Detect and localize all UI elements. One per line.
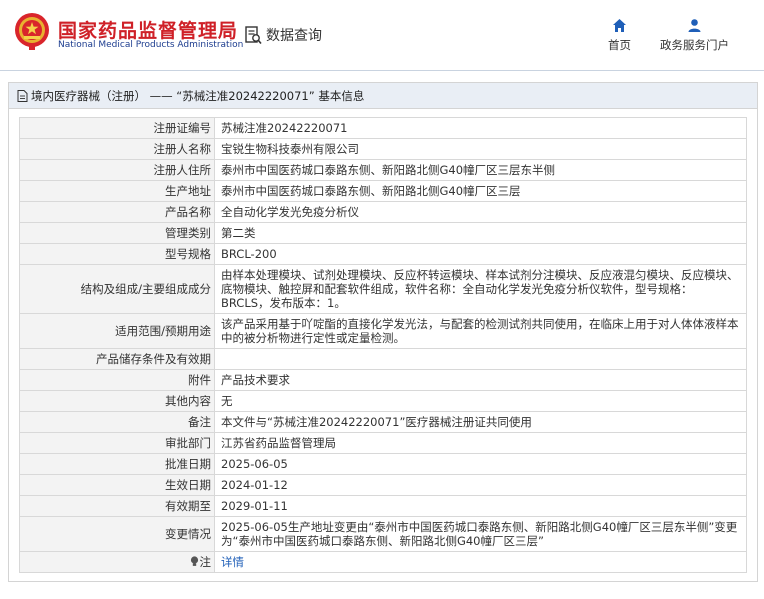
- row-value: 2025-06-05: [214, 453, 747, 475]
- site-header: 国家药品监督管理局 National Medical Products Admi…: [0, 0, 764, 70]
- row-value: 全自动化学发光免疫分析仪: [214, 201, 747, 223]
- table-row: 生效日期 2024-01-12: [19, 474, 747, 496]
- data-query-link[interactable]: 数据查询: [245, 24, 322, 46]
- home-icon: [613, 19, 626, 32]
- table-row: 注册人名称 宝锐生物科技泰州有限公司: [19, 138, 747, 160]
- row-value: 该产品采用基于吖啶酯的直接化学发光法，与配套的检测试剂共同使用，在临床上用于对人…: [214, 313, 747, 349]
- row-value: 泰州市中国医药城口泰路东侧、新阳路北侧G40幢厂区三层东半侧: [214, 159, 747, 181]
- table-row: 注 详情: [19, 551, 747, 573]
- table-row: 注册人住所 泰州市中国医药城口泰路东侧、新阳路北侧G40幢厂区三层东半侧: [19, 159, 747, 181]
- row-value: 宝锐生物科技泰州有限公司: [214, 138, 747, 160]
- row-value: 第二类: [214, 222, 747, 244]
- row-value: 2024-01-12: [214, 474, 747, 496]
- table-row: 结构及组成/主要组成成分 由样本处理模块、试剂处理模块、反应杯转运模块、样本试剂…: [19, 264, 747, 314]
- row-label: 适用范围/预期用途: [19, 313, 215, 349]
- row-label: 变更情况: [19, 516, 215, 552]
- table-row: 产品名称 全自动化学发光免疫分析仪: [19, 201, 747, 223]
- table-row: 批准日期 2025-06-05: [19, 453, 747, 475]
- table-row: 有效期至 2029-01-11: [19, 495, 747, 517]
- row-label: 注册人住所: [19, 159, 215, 181]
- national-emblem-logo: [15, 13, 49, 50]
- row-value: 苏械注准20242220071: [214, 117, 747, 139]
- row-label: 生效日期: [19, 474, 215, 496]
- row-label: 附件: [19, 369, 215, 391]
- row-label: 有效期至: [19, 495, 215, 517]
- table-row: 附件 产品技术要求: [19, 369, 747, 391]
- row-value: 2025-06-05生产地址变更由“泰州市中国医药城口泰路东侧、新阳路北侧G40…: [214, 516, 747, 552]
- row-value: [214, 348, 747, 370]
- row-label: 产品名称: [19, 201, 215, 223]
- row-label: 生产地址: [19, 180, 215, 202]
- row-value: 泰州市中国医药城口泰路东侧、新阳路北侧G40幢厂区三层: [214, 180, 747, 202]
- table-row: 型号规格 BRCL-200: [19, 243, 747, 265]
- table-row: 适用范围/预期用途 该产品采用基于吖啶酯的直接化学发光法，与配套的检测试剂共同使…: [19, 313, 747, 349]
- row-label: 批准日期: [19, 453, 215, 475]
- row-label: 注册证编号: [19, 117, 215, 139]
- row-label: 审批部门: [19, 432, 215, 454]
- row-label: 型号规格: [19, 243, 215, 265]
- table-row: 管理类别 第二类: [19, 222, 747, 244]
- row-value: 由样本处理模块、试剂处理模块、反应杯转运模块、样本试剂分注模块、反应液混匀模块、…: [214, 264, 747, 314]
- document-icon: [17, 89, 28, 102]
- row-value: BRCL-200: [214, 243, 747, 265]
- nav-home-label: 首页: [608, 38, 631, 52]
- table-row: 注册证编号 苏械注准20242220071: [19, 117, 747, 139]
- table-row: 审批部门 江苏省药品监督管理局: [19, 432, 747, 454]
- table-row: 备注 本文件与“苏械注准20242220071”医疗器械注册证共同使用: [19, 411, 747, 433]
- nav-home[interactable]: 首页: [608, 18, 631, 53]
- panel-header: 境内医疗器械（注册） —— “苏械注准20242220071” 基本信息: [9, 83, 757, 109]
- table-row: 其他内容 无: [19, 390, 747, 412]
- table-row: 产品储存条件及有效期: [19, 348, 747, 370]
- row-label: 备注: [19, 411, 215, 433]
- row-value: 产品技术要求: [214, 369, 747, 391]
- row-value: 江苏省药品监督管理局: [214, 432, 747, 454]
- user-icon: [688, 19, 701, 32]
- brand-title-en: National Medical Products Administration: [58, 40, 244, 50]
- registration-info-table: 注册证编号 苏械注准20242220071 注册人名称 宝锐生物科技泰州有限公司…: [19, 117, 747, 573]
- row-value: 2029-01-11: [214, 495, 747, 517]
- nav-portal-label: 政务服务门户: [660, 38, 729, 52]
- row-label: 注册人名称: [19, 138, 215, 160]
- row-label: 管理类别: [19, 222, 215, 244]
- detail-panel: 境内医疗器械（注册） —— “苏械注准20242220071” 基本信息 注册证…: [8, 82, 758, 582]
- row-value: 本文件与“苏械注准20242220071”医疗器械注册证共同使用: [214, 411, 747, 433]
- nav-government-portal[interactable]: 政务服务门户: [660, 18, 729, 53]
- table-row: 生产地址 泰州市中国医药城口泰路东侧、新阳路北侧G40幢厂区三层: [19, 180, 747, 202]
- row-label: 产品储存条件及有效期: [19, 348, 215, 370]
- row-value: 详情: [214, 551, 747, 573]
- brand-title-cn: 国家药品监督管理局: [58, 20, 239, 42]
- table-row: 变更情况 2025-06-05生产地址变更由“泰州市中国医药城口泰路东侧、新阳路…: [19, 516, 747, 552]
- lightbulb-icon: [190, 556, 198, 566]
- row-value: 无: [214, 390, 747, 412]
- row-label: 结构及组成/主要组成成分: [19, 264, 215, 314]
- document-search-icon: [245, 25, 262, 44]
- details-link[interactable]: 详情: [221, 555, 244, 569]
- row-label: 其他内容: [19, 390, 215, 412]
- data-query-label: 数据查询: [266, 28, 322, 44]
- note-row-label: 注: [19, 551, 215, 573]
- panel-title: 境内医疗器械（注册） —— “苏械注准20242220071” 基本信息: [31, 88, 365, 103]
- note-label-text: 注: [199, 555, 212, 569]
- header-divider: [0, 70, 764, 71]
